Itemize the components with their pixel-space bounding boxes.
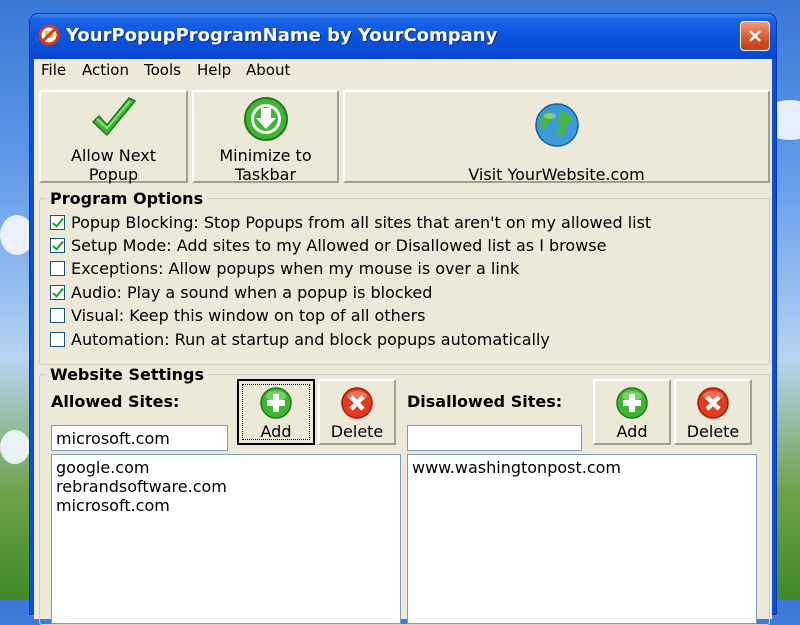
close-button[interactable] [740, 21, 770, 51]
program-option-row[interactable]: Setup Mode: Add sites to my Allowed or D… [50, 235, 606, 255]
disallowed-delete-button[interactable]: Delete [674, 379, 752, 445]
program-option-row[interactable]: Visual: Keep this window on top of all o… [50, 305, 426, 325]
option-checkbox[interactable] [50, 214, 65, 230]
disallowed-delete-label: Delete [686, 422, 740, 441]
option-checkbox[interactable] [50, 237, 65, 253]
menu-about[interactable]: About [246, 61, 290, 79]
program-option-row[interactable]: Exceptions: Allow popups when my mouse i… [50, 258, 519, 278]
allow-next-popup-label-2: Popup [88, 165, 139, 184]
disallowed-add-label: Add [616, 422, 648, 441]
minimize-label-2: Taskbar [234, 165, 297, 184]
list-item[interactable]: microsoft.com [56, 496, 396, 515]
disallowed-add-button[interactable]: Add [593, 379, 671, 445]
green-checkmark-icon [91, 97, 137, 137]
option-checkbox[interactable] [50, 260, 65, 276]
title-bar[interactable]: YourPopupProgramName by YourCompany [30, 14, 776, 59]
disallowed-sites-list[interactable]: www.washingtonpost.com [407, 454, 757, 624]
allowed-sites-label: Allowed Sites: [51, 392, 180, 411]
allowed-delete-label: Delete [330, 422, 384, 441]
menu-tools[interactable]: Tools [144, 61, 181, 79]
red-x-icon [341, 387, 373, 419]
menu-bar: File Action Tools Help About [34, 59, 772, 83]
allowed-add-label: Add [260, 422, 292, 441]
disallowed-site-input[interactable] [407, 425, 582, 451]
allowed-add-button[interactable]: Add [237, 379, 315, 445]
allowed-site-input[interactable]: microsoft.com [51, 425, 228, 451]
option-checkbox[interactable] [50, 307, 65, 323]
allow-next-popup-button[interactable]: Allow Next Popup [39, 90, 188, 184]
website-settings-title: Website Settings [50, 365, 204, 384]
green-download-arrow-icon [244, 97, 288, 141]
allowed-delete-button[interactable]: Delete [318, 379, 396, 445]
window-client-area: File Action Tools Help About Allow Next … [34, 59, 772, 625]
option-label: Automation: Run at startup and block pop… [71, 329, 550, 349]
minimize-to-taskbar-button[interactable]: Minimize to Taskbar [192, 90, 339, 184]
globe-icon [535, 103, 579, 147]
option-checkbox[interactable] [50, 331, 65, 347]
option-label: Audio: Play a sound when a popup is bloc… [71, 282, 433, 302]
option-label: Setup Mode: Add sites to my Allowed or D… [71, 235, 607, 255]
visit-website-label: Visit YourWebsite.com [468, 165, 645, 184]
program-option-row[interactable]: Audio: Play a sound when a popup is bloc… [50, 282, 432, 302]
allowed-sites-list[interactable]: google.com rebrandsoftware.com microsoft… [51, 454, 401, 624]
program-option-row[interactable]: Automation: Run at startup and block pop… [50, 329, 550, 349]
program-options-title: Program Options [50, 189, 204, 208]
option-label: Exceptions: Allow popups when my mouse i… [71, 258, 520, 278]
app-no-popup-icon [38, 24, 60, 46]
option-checkbox[interactable] [50, 284, 65, 300]
allow-next-popup-label-1: Allow Next [70, 146, 157, 165]
option-label: Popup Blocking: Stop Popups from all sit… [71, 212, 652, 232]
program-option-row[interactable]: Popup Blocking: Stop Popups from all sit… [50, 212, 651, 232]
desktop-cloud [0, 215, 34, 255]
app-window: YourPopupProgramName by YourCompany File… [30, 14, 776, 625]
green-plus-icon [260, 387, 292, 419]
menu-action[interactable]: Action [82, 61, 129, 79]
menu-help[interactable]: Help [197, 61, 231, 79]
minimize-label-1: Minimize to [219, 146, 312, 165]
visit-website-button[interactable]: Visit YourWebsite.com [343, 90, 770, 184]
desktop-cloud [0, 430, 30, 464]
option-label: Visual: Keep this window on top of all o… [71, 305, 426, 325]
close-icon [749, 30, 761, 42]
menu-file[interactable]: File [41, 61, 66, 79]
red-x-icon [697, 387, 729, 419]
green-plus-icon [616, 387, 648, 419]
disallowed-sites-label: Disallowed Sites: [407, 392, 563, 411]
window-title: YourPopupProgramName by YourCompany [66, 25, 498, 46]
list-item[interactable]: google.com [56, 458, 396, 477]
list-item[interactable]: rebrandsoftware.com [56, 477, 396, 496]
list-item[interactable]: www.washingtonpost.com [412, 458, 752, 477]
